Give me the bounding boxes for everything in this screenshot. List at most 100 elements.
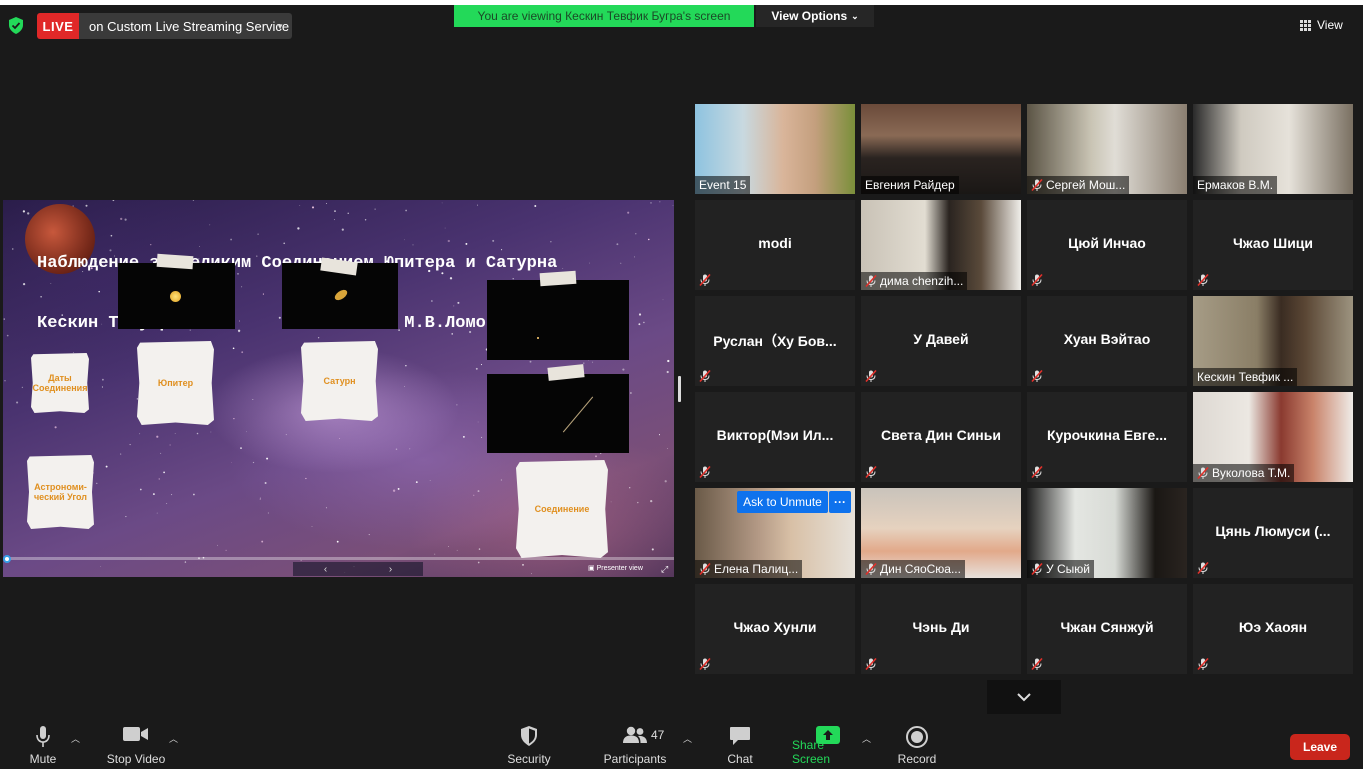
- chevron-down-icon: [1017, 692, 1031, 701]
- stop-video-button[interactable]: Stop Video: [104, 718, 168, 769]
- slide-progress-knob[interactable]: [3, 555, 11, 563]
- share-options-caret[interactable]: ︿: [862, 732, 871, 745]
- live-service-dropdown[interactable]: on Custom Live Streaming Service ▼: [79, 13, 292, 39]
- muted-mic-icon: [865, 658, 877, 670]
- participant-tile[interactable]: Света Дин Синьи: [861, 392, 1021, 482]
- muted-mic-icon: [1031, 179, 1043, 191]
- audio-options-caret[interactable]: ︿: [71, 732, 80, 745]
- muted-mic-icon: [865, 466, 877, 478]
- chat-bubble-icon: [730, 727, 750, 745]
- participants-button[interactable]: Participants: [602, 718, 668, 769]
- participant-name: Света Дин Синьи: [881, 427, 1001, 443]
- conjunction-image-1: [487, 280, 629, 360]
- participant-name-label: Ермаков В.М.: [1193, 176, 1278, 194]
- muted-mic-icon: [1031, 563, 1043, 575]
- participant-name-label: дима chenzih...: [861, 272, 968, 290]
- participant-tile[interactable]: Чжао Хунли: [695, 584, 855, 674]
- chevron-down-icon: ▼: [276, 22, 284, 31]
- muted-mic-icon: [1031, 370, 1043, 382]
- participant-tile[interactable]: У Сыюй: [1027, 488, 1187, 578]
- chat-label: Chat: [727, 752, 753, 766]
- participant-tile[interactable]: modi: [695, 200, 855, 290]
- participant-name-label: Дин СяоСюа...: [861, 560, 965, 578]
- participant-tile[interactable]: Event 15: [695, 104, 855, 194]
- more-options-button[interactable]: ···: [829, 491, 851, 513]
- leave-button[interactable]: Leave: [1290, 734, 1350, 760]
- participant-tile[interactable]: Сергей Мош...: [1027, 104, 1187, 194]
- record-button[interactable]: Record: [896, 718, 938, 769]
- participant-tile[interactable]: Руслан（Ху Бов...: [695, 296, 855, 386]
- participant-tile[interactable]: Ермаков В.М.: [1193, 104, 1353, 194]
- participants-count: 47: [651, 728, 665, 742]
- participant-name: Вуколова Т.М.: [1212, 466, 1291, 480]
- participant-name: Чэнь Ди: [912, 619, 970, 635]
- participant-tile[interactable]: Дин СяоСюа...: [861, 488, 1021, 578]
- view-label: View: [1317, 18, 1343, 32]
- live-badge[interactable]: LIVE: [37, 13, 79, 39]
- participants-label: Participants: [603, 752, 667, 766]
- view-button[interactable]: View: [1300, 15, 1343, 35]
- share-screen-button[interactable]: Share Screen: [792, 718, 864, 769]
- view-options-button[interactable]: View Options ⌄: [756, 5, 874, 27]
- participant-name: Цянь Люмуси (...: [1215, 523, 1331, 539]
- muted-mic-icon: [699, 274, 711, 286]
- participant-name: Юэ Хаоян: [1238, 619, 1308, 635]
- muted-mic-icon: [1031, 466, 1043, 478]
- muted-mic-icon: [699, 466, 711, 478]
- chevron-left-icon[interactable]: ‹: [324, 564, 327, 575]
- muted-mic-icon: [699, 370, 711, 382]
- participant-tile[interactable]: дима chenzih...: [861, 200, 1021, 290]
- muted-mic-icon: [865, 563, 877, 575]
- chevron-right-icon[interactable]: ›: [389, 564, 392, 575]
- participant-name: Дин СяоСюа...: [880, 562, 961, 576]
- presenter-view-label: Presenter view: [596, 565, 643, 572]
- chevron-down-icon: ⌄: [851, 10, 859, 21]
- note-dates: Даты Соединения: [31, 353, 89, 413]
- mute-button[interactable]: Mute: [22, 718, 64, 769]
- participant-tile[interactable]: Чжан Сянжуй: [1027, 584, 1187, 674]
- video-options-caret[interactable]: ︿: [169, 732, 178, 745]
- participant-tile[interactable]: Юэ Хаоян: [1193, 584, 1353, 674]
- participant-tile[interactable]: У Давей: [861, 296, 1021, 386]
- participant-name-label: Елена Палиц...: [695, 560, 803, 578]
- participant-tile[interactable]: Чжао Шици: [1193, 200, 1353, 290]
- security-button[interactable]: Security: [506, 718, 552, 769]
- security-label: Security: [507, 752, 551, 766]
- expand-icon[interactable]: ⤢: [661, 564, 668, 575]
- tape: [156, 253, 194, 270]
- muted-mic-icon: [1197, 658, 1209, 670]
- participant-name: У Сыюй: [1046, 562, 1090, 576]
- participant-tile[interactable]: Евгения Райдер: [861, 104, 1021, 194]
- participant-name: дима chenzih...: [880, 274, 964, 288]
- split-resize-handle[interactable]: [678, 376, 681, 402]
- chat-button[interactable]: Chat: [724, 718, 756, 769]
- encryption-shield-icon[interactable]: [8, 17, 24, 34]
- shared-screen[interactable]: Наблюдение за Великим Соединением Юпитер…: [3, 200, 674, 577]
- participant-tile[interactable]: Цюй Инчао: [1027, 200, 1187, 290]
- slide-progress-bar[interactable]: [6, 557, 674, 560]
- participant-tile[interactable]: Вуколова Т.М.: [1193, 392, 1353, 482]
- participant-tile[interactable]: Хуан Вэйтао: [1027, 296, 1187, 386]
- view-options-label: View Options: [771, 9, 848, 23]
- live-service-label: on Custom Live Streaming Service: [89, 18, 290, 34]
- participant-name: Курочкина Евге...: [1046, 427, 1167, 443]
- muted-mic-icon: [1197, 562, 1209, 574]
- presenter-view-button[interactable]: ▣ Presenter view: [588, 564, 643, 572]
- participant-tile[interactable]: Елена Палиц... Ask to Unmute ···: [695, 488, 855, 578]
- participant-tile[interactable]: Курочкина Евге...: [1027, 392, 1187, 482]
- note-jupiter: Юпитер: [137, 341, 214, 425]
- participant-tile[interactable]: Цянь Люмуси (...: [1193, 488, 1353, 578]
- participants-options-caret[interactable]: ︿: [683, 732, 692, 745]
- muted-mic-icon: [1031, 658, 1043, 670]
- participant-name: Ермаков В.М.: [1197, 178, 1274, 192]
- participant-name: modi: [758, 235, 792, 251]
- viewing-banner: You are viewing Кескин Тевфик Бугра's sc…: [454, 5, 754, 27]
- participant-name: Руслан（Ху Бов...: [713, 333, 837, 349]
- participant-name: Чжан Сянжуй: [1060, 619, 1154, 635]
- presentation-nav[interactable]: ‹ ›: [293, 562, 423, 576]
- participant-tile[interactable]: Виктор(Мэи Ил...: [695, 392, 855, 482]
- gallery-next-page-button[interactable]: [987, 680, 1061, 714]
- ask-to-unmute-button[interactable]: Ask to Unmute: [737, 491, 828, 513]
- participant-tile[interactable]: Чэнь Ди: [861, 584, 1021, 674]
- participant-tile[interactable]: Кескин Тевфик ...: [1193, 296, 1353, 386]
